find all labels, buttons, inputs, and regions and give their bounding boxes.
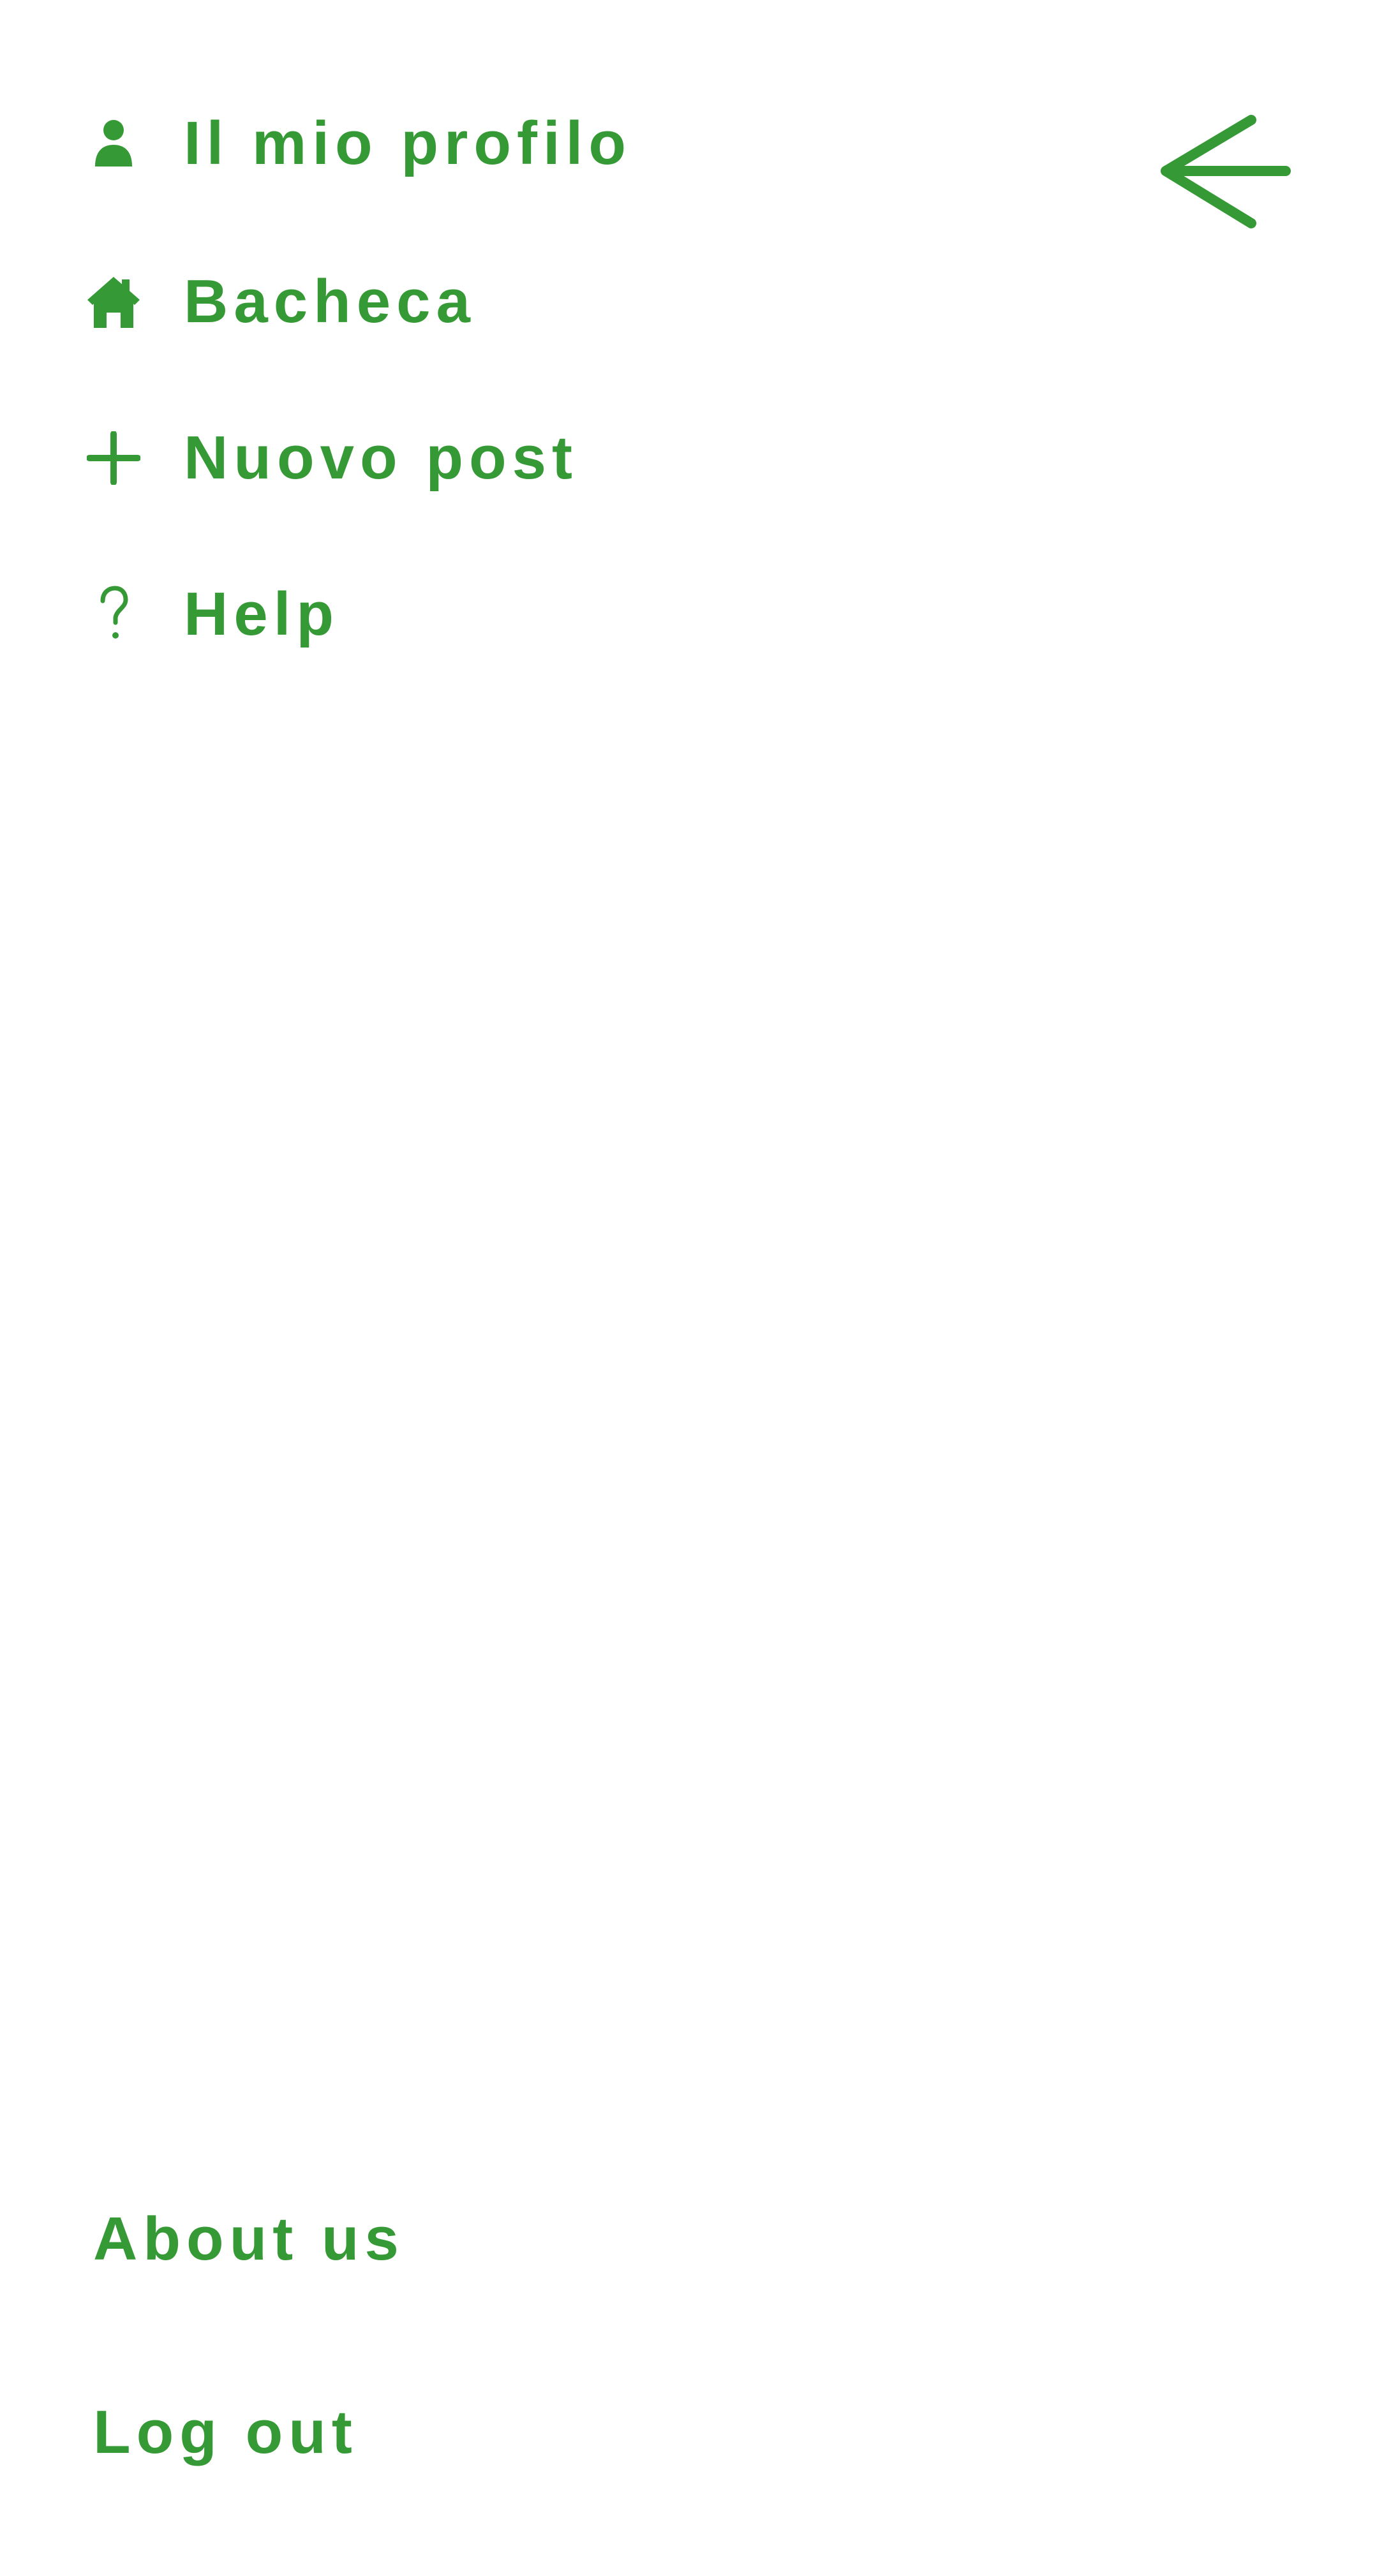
question-icon xyxy=(82,582,145,646)
menu-item-new-post[interactable]: Nuovo post xyxy=(82,410,578,506)
user-icon xyxy=(82,112,145,175)
menu-item-label: Bacheca xyxy=(184,267,476,336)
arrow-left-icon xyxy=(1158,107,1292,232)
plus-icon xyxy=(82,426,145,490)
about-us-link[interactable]: About us xyxy=(93,2204,405,2274)
menu-item-bacheca[interactable]: Bacheca xyxy=(82,254,476,350)
menu-item-help[interactable]: Help xyxy=(82,566,339,662)
home-icon xyxy=(82,270,145,334)
back-button[interactable] xyxy=(1149,102,1302,236)
menu-item-label: Nuovo post xyxy=(184,424,578,492)
menu-item-label: Help xyxy=(184,580,340,648)
menu-item-label: Il mio profilo xyxy=(184,109,632,177)
logout-link[interactable]: Log out xyxy=(93,2397,358,2468)
menu-item-profile[interactable]: Il mio profilo xyxy=(82,96,632,191)
